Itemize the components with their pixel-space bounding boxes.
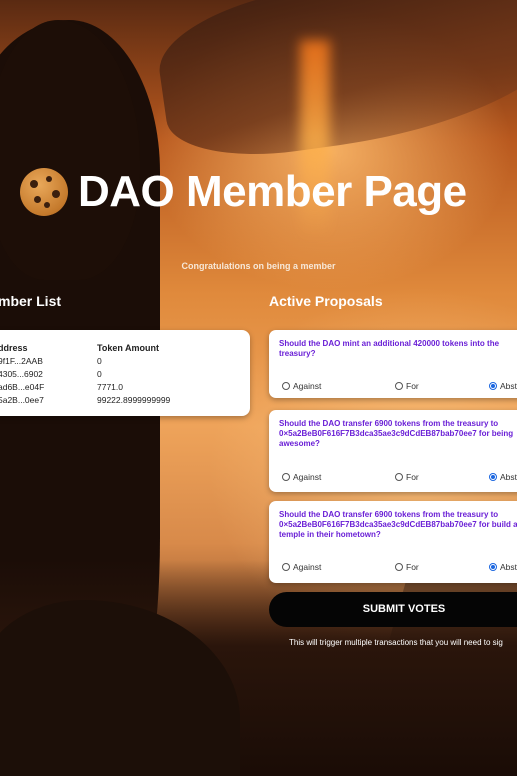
proposal-card: Should the DAO mint an additional 420000… (269, 330, 517, 398)
option-label-against: Against (293, 562, 322, 572)
proposal-card: Should the DAO transfer 6900 tokens from… (269, 410, 517, 492)
proposal-question: Should the DAO transfer 6900 tokens from… (279, 510, 517, 539)
radio-abstain[interactable] (489, 473, 497, 481)
vote-abstain-option[interactable]: Abst (489, 472, 517, 482)
page-title: DAO Member Page (78, 167, 467, 216)
option-label-for: For (406, 381, 419, 391)
member-token-amount: 0 (97, 369, 102, 379)
member-list-heading: mber List (0, 293, 62, 309)
option-label-against: Against (293, 381, 322, 391)
member-address: 9f1F...2AAB (0, 356, 43, 366)
vote-against-option[interactable]: Against (282, 562, 321, 572)
radio-for[interactable] (395, 473, 403, 481)
option-label-abstain: Abst (500, 472, 517, 482)
page-header: DAO Member Page (20, 162, 467, 222)
floating-rock (150, 0, 517, 169)
member-token-amount: 99222.8999999999 (97, 395, 171, 405)
option-label-for: For (406, 562, 419, 572)
radio-abstain[interactable] (489, 382, 497, 390)
member-address: 4305...6902 (0, 369, 43, 379)
radio-against[interactable] (282, 382, 290, 390)
table-row: 9f1F...2AAB 0 (0, 356, 250, 369)
proposal-card: Should the DAO transfer 6900 tokens from… (269, 501, 517, 583)
submit-votes-button[interactable]: SUBMIT VOTES (269, 592, 517, 627)
member-token-amount: 0 (97, 356, 102, 366)
option-label-against: Against (293, 472, 322, 482)
radio-against[interactable] (282, 473, 290, 481)
vote-abstain-option[interactable]: Abst (489, 562, 517, 572)
option-label-for: For (406, 472, 419, 482)
member-list-table: ddress Token Amount 9f1F...2AAB 0 4305..… (0, 330, 250, 416)
column-header-token-amount: Token Amount (97, 343, 159, 353)
member-address: ad6B...e04F (0, 382, 45, 392)
radio-against[interactable] (282, 563, 290, 571)
table-row: ad6B...e04F 7771.0 (0, 382, 250, 395)
option-label-abstain: Abst (500, 562, 517, 572)
vote-for-option[interactable]: For (395, 472, 419, 482)
member-token-amount: 7771.0 (97, 382, 123, 392)
radio-for[interactable] (395, 563, 403, 571)
proposal-question: Should the DAO transfer 6900 tokens from… (279, 419, 514, 448)
proposal-question: Should the DAO mint an additional 420000… (279, 339, 500, 358)
submit-note: This will trigger multiple transactions … (289, 638, 503, 647)
vote-for-option[interactable]: For (395, 562, 419, 572)
vote-for-option[interactable]: For (395, 381, 419, 391)
option-label-abstain: Abst (500, 381, 517, 391)
vote-against-option[interactable]: Against (282, 381, 321, 391)
radio-abstain[interactable] (489, 563, 497, 571)
table-row: 5a2B...0ee7 99222.8999999999 (0, 395, 250, 408)
active-proposals-heading: Active Proposals (269, 293, 383, 309)
radio-for[interactable] (395, 382, 403, 390)
vote-abstain-option[interactable]: Abst (489, 381, 517, 391)
congrats-message: Congratulations on being a member (181, 261, 336, 271)
cookie-icon (20, 168, 68, 216)
table-row: 4305...6902 0 (0, 369, 250, 382)
vote-against-option[interactable]: Against (282, 472, 321, 482)
member-address: 5a2B...0ee7 (0, 395, 44, 405)
column-header-address: ddress (0, 343, 28, 353)
